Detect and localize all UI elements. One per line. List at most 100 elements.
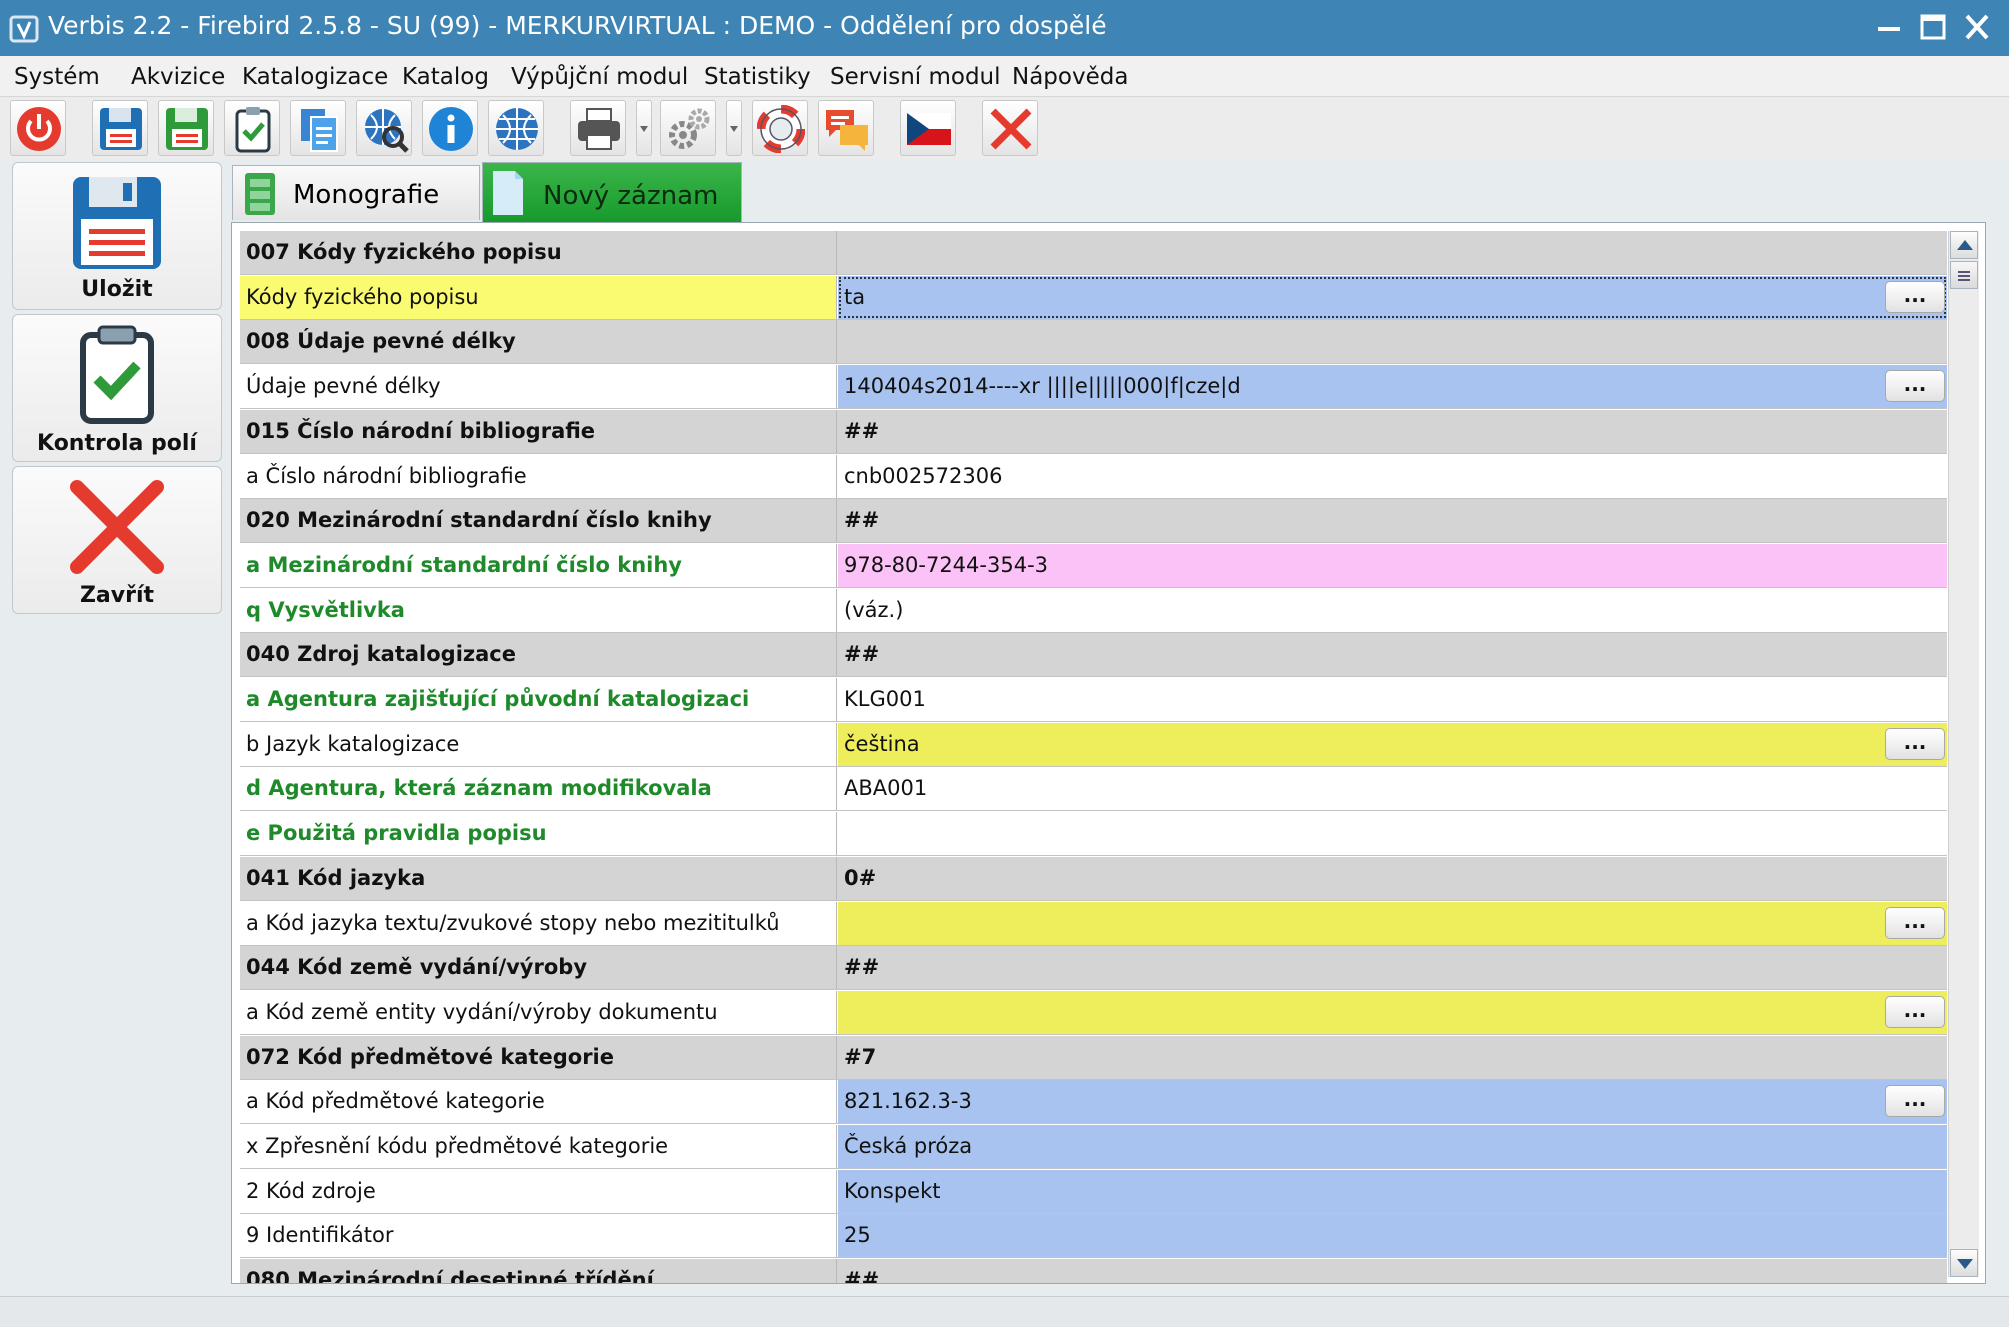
subfield-value[interactable]: čeština (838, 722, 1947, 766)
menu-statistiky[interactable]: Statistiky (704, 64, 811, 90)
printer-icon (578, 108, 620, 150)
power-icon (17, 107, 61, 151)
scroll-thumb[interactable] (1950, 261, 1978, 289)
scroll-down-button[interactable] (1950, 1249, 1978, 1277)
maximize-button[interactable] (1914, 10, 1954, 46)
field-header-row: 080 Mezinárodní desetinné třídění ## (240, 1259, 1947, 1283)
menu-katalogizace[interactable]: Katalogizace (242, 64, 388, 90)
check-toolbar-button[interactable] (224, 100, 280, 156)
save-toolbar-button[interactable] (92, 100, 148, 156)
menu-system[interactable]: Systém (14, 64, 100, 90)
subfield-value[interactable]: ta (838, 275, 1947, 319)
browse-button[interactable]: ... (1885, 906, 1945, 939)
menu-vypujcni-modul[interactable]: Výpůjční modul (511, 64, 688, 90)
subfield-row: a Kód země entity vydání/výroby dokument… (240, 990, 1947, 1035)
scroll-up-button[interactable] (1950, 231, 1978, 259)
minimize-button[interactable] (1870, 10, 1910, 46)
subfield-value[interactable]: ABA001 (838, 767, 1947, 811)
clipboard-check-icon (80, 325, 154, 424)
field-header-row: 007 Kódy fyzického popisu (240, 231, 1947, 275)
power-button[interactable] (10, 100, 66, 156)
menu-servisni-modul[interactable]: Servisní modul (830, 64, 1001, 90)
close-icon (1965, 14, 1989, 40)
field-tag-label: 072 Kód předmětové kategorie (240, 1035, 837, 1079)
subfield-value[interactable]: KLG001 (838, 678, 1947, 721)
info-icon (429, 107, 473, 151)
settings-toolbar-button[interactable] (660, 100, 716, 156)
close-window-button[interactable] (1958, 10, 1998, 46)
save-icon (100, 108, 142, 150)
lifebuoy-icon (757, 105, 805, 153)
subfield-value[interactable]: 821.162.3-3 (838, 1080, 1947, 1124)
indicator-value: ## (844, 955, 880, 980)
documents-toolbar-button[interactable] (290, 100, 346, 156)
field-header-row: 040 Zdroj katalogizace ## (240, 633, 1947, 678)
subfield-value[interactable]: Konspekt (838, 1169, 1947, 1213)
subfield-row: Údaje pevné délky 140404s2014----xr ||||e… (240, 365, 1947, 410)
browse-button[interactable]: ... (1885, 370, 1945, 403)
browse-button[interactable]: ... (1885, 995, 1945, 1028)
subfield-label: 9 Identifikátor (240, 1214, 837, 1258)
subfield-row: 2 Kód zdroje Konspekt (240, 1169, 1947, 1214)
arrow-up-icon (1957, 240, 1973, 250)
arrow-down-icon (1957, 1259, 1973, 1269)
tab-novy-zaznam[interactable]: Nový záznam (482, 162, 742, 222)
toolbar (0, 97, 2009, 159)
subfield-value[interactable] (838, 812, 1947, 856)
subfield-value[interactable]: cnb002572306 (838, 454, 1947, 498)
subfield-label: a Číslo národní bibliografie (240, 454, 837, 498)
subfield-label: 2 Kód zdroje (240, 1169, 837, 1213)
subfield-row: a Kód předmětové kategorie 821.162.3-3... (240, 1080, 1947, 1125)
menu-napoveda[interactable]: Nápověda (1012, 64, 1128, 90)
verbis-logo-icon (9, 15, 39, 43)
browse-button[interactable]: ... (1885, 1085, 1945, 1118)
subfield-row: Kódy fyzického popisu ta... (240, 275, 1947, 320)
subfield-value[interactable]: 140404s2014----xr ||||e|||||000|f|cze|d (838, 365, 1947, 409)
subfield-value[interactable]: Česká próza (838, 1125, 1947, 1168)
menu-katalog[interactable]: Katalog (402, 64, 489, 90)
info-toolbar-button[interactable] (422, 100, 478, 156)
document-icon (493, 171, 523, 215)
subfield-row: e Použitá pravidla popisu (240, 812, 1947, 857)
subfield-row: a Kód jazyka textu/zvukové stopy nebo me… (240, 901, 1947, 946)
web-search-toolbar-button[interactable] (356, 100, 412, 156)
indicator-value: ## (844, 508, 880, 533)
clipboard-check-icon (235, 107, 271, 153)
close-button[interactable]: Zavřít (12, 466, 222, 614)
subfield-value[interactable]: 978-80-7244-354-3 (838, 543, 1947, 587)
subfield-label: x Zpřesnění kódu předmětové kategorie (240, 1125, 837, 1168)
help-toolbar-button[interactable] (752, 100, 808, 156)
indicator-value: ## (844, 418, 880, 443)
web-toolbar-button[interactable] (488, 100, 544, 156)
subfield-value[interactable] (838, 901, 1947, 945)
save-button[interactable]: Uložit (12, 162, 222, 310)
language-toolbar-button[interactable] (900, 100, 956, 156)
subfield-value[interactable]: (váz.) (838, 588, 1947, 632)
check-fields-button[interactable]: Kontrola polí (12, 314, 222, 462)
window-title: Verbis 2.2 - Firebird 2.5.8 - SU (99) - … (48, 11, 1107, 40)
browse-button[interactable]: ... (1885, 280, 1945, 313)
browse-button[interactable]: ... (1885, 727, 1945, 760)
tab-novy-zaznam-label: Nový záznam (543, 181, 719, 211)
print-toolbar-button[interactable] (570, 100, 626, 156)
indicator-value: 0# (844, 865, 877, 890)
settings-dropdown-arrow[interactable] (726, 100, 742, 156)
save-icon (73, 177, 161, 269)
field-tag-label: 044 Kód země vydání/výroby (240, 946, 837, 990)
menu-akvizice[interactable]: Akvizice (131, 64, 225, 90)
close-toolbar-button[interactable] (982, 100, 1038, 156)
field-tag-label: 041 Kód jazyka (240, 856, 837, 900)
subfield-label: b Jazyk katalogizace (240, 722, 837, 766)
indicator-value (838, 231, 1947, 274)
vertical-scrollbar[interactable] (1948, 231, 1979, 1277)
chat-toolbar-button[interactable] (818, 100, 874, 156)
save-as-toolbar-button[interactable] (158, 100, 214, 156)
subfield-value[interactable] (838, 990, 1947, 1034)
print-dropdown-arrow[interactable] (636, 100, 652, 156)
subfield-row: d Agentura, která záznam modifikovala ABA… (240, 767, 1947, 812)
field-tag-label: 020 Mezinárodní standardní číslo knihy (240, 499, 837, 543)
subfield-label: d Agentura, která záznam modifikovala (240, 767, 837, 811)
subfield-value[interactable]: 25 (838, 1214, 1947, 1258)
close-icon (990, 108, 1032, 150)
tab-monografie[interactable]: Monografie (232, 165, 480, 220)
